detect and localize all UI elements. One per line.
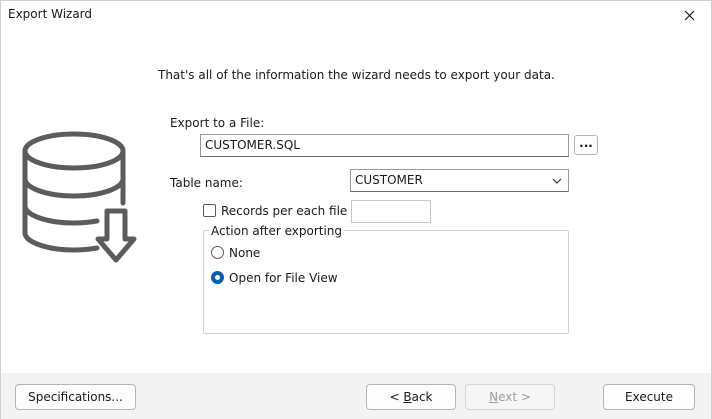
execute-button[interactable]: Execute [603, 384, 695, 410]
records-per-file-label: Records per each file [221, 204, 348, 218]
next-button[interactable]: Next > [465, 384, 555, 410]
window-title: Export Wizard [8, 7, 93, 21]
specifications-button[interactable]: Specifications... [15, 384, 136, 410]
records-per-file-checkbox[interactable] [203, 204, 216, 217]
chevron-down-icon [552, 178, 562, 184]
table-name-select[interactable]: CUSTOMER [350, 169, 569, 192]
close-button[interactable] [667, 1, 711, 29]
back-button-prefix: < [389, 390, 404, 404]
close-icon [684, 10, 694, 20]
browse-button[interactable]: ... [574, 135, 598, 155]
database-export-icon [22, 131, 137, 263]
next-button-access-key: N [489, 390, 499, 404]
back-button-access-key: B [403, 390, 412, 404]
radio-none-label: None [229, 246, 261, 260]
table-name-label: Table name: [170, 176, 243, 190]
radio-open-file-view-label: Open for File View [229, 271, 338, 285]
back-button-rest: ack [411, 390, 433, 404]
footer-bar: Specifications... < Back Next > Execute [1, 373, 711, 419]
back-button[interactable]: < Back [366, 384, 456, 410]
export-wizard-window: Export Wizard That's all of the informat… [0, 0, 712, 419]
title-bar: Export Wizard [1, 1, 711, 29]
records-per-file-input[interactable] [351, 200, 431, 223]
action-group-legend: Action after exporting [209, 224, 345, 238]
table-name-value: CUSTOMER [355, 173, 423, 187]
intro-text: That's all of the information the wizard… [158, 68, 555, 82]
radio-none[interactable] [211, 246, 224, 259]
export-file-input[interactable]: CUSTOMER.SQL [200, 134, 569, 157]
next-button-rest: ext > [498, 390, 531, 404]
radio-open-file-view[interactable] [211, 271, 224, 284]
export-file-label: Export to a File: [170, 116, 265, 130]
